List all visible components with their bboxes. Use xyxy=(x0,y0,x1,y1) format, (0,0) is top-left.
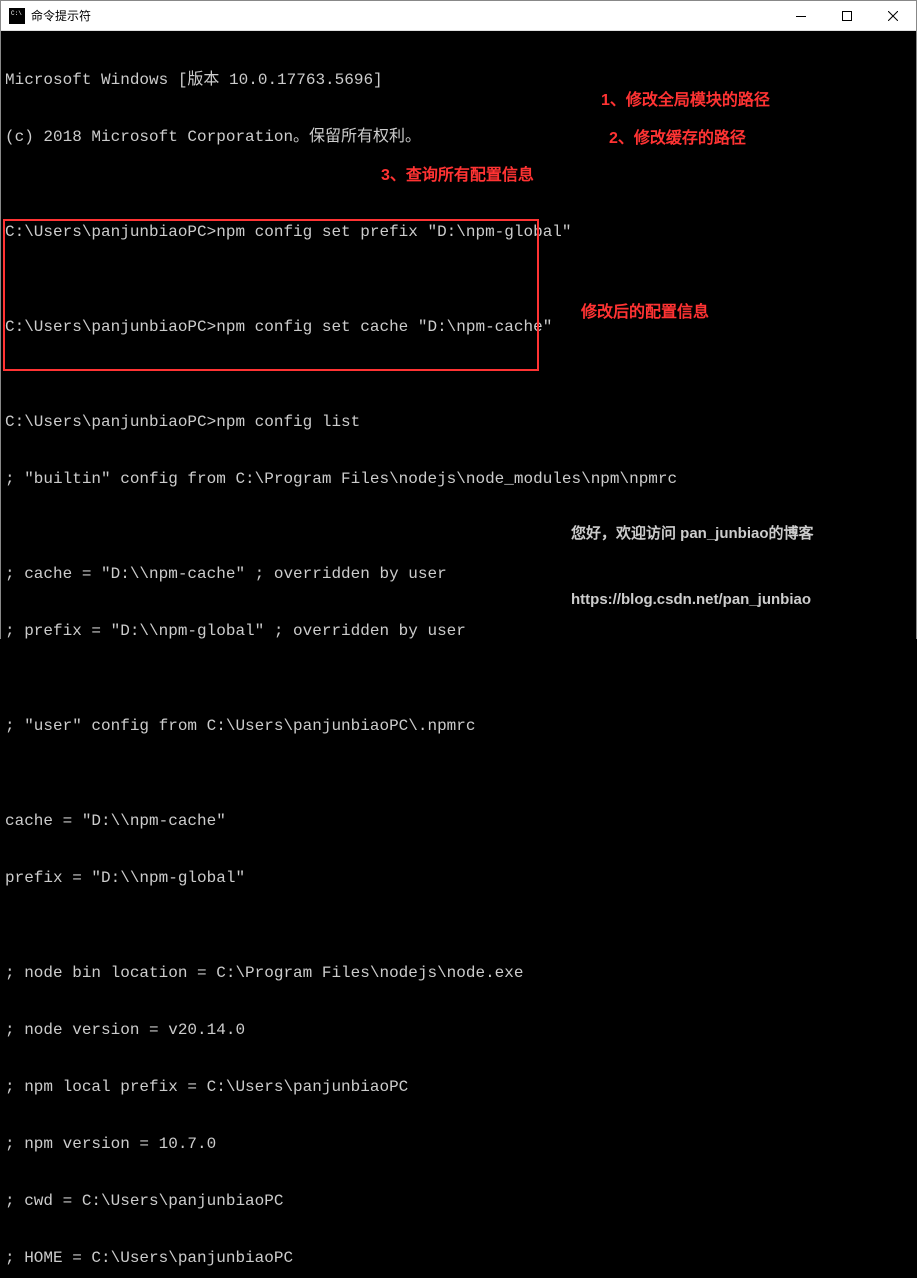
output-line: C:\Users\panjunbiaoPC>npm config set cac… xyxy=(5,318,912,337)
output-line: (c) 2018 Microsoft Corporation。保留所有权利。 xyxy=(5,128,912,147)
output-line: ; npm version = 10.7.0 xyxy=(5,1135,912,1154)
output-line: ; npm local prefix = C:\Users\panjunbiao… xyxy=(5,1078,912,1097)
cmd-icon xyxy=(9,8,25,24)
output-line: ; cwd = C:\Users\panjunbiaoPC xyxy=(5,1192,912,1211)
maximize-button[interactable] xyxy=(824,1,870,31)
window-controls xyxy=(778,1,916,30)
window-frame: 命令提示符 Microsoft Windows [版本 10.0.17763.5… xyxy=(0,0,917,639)
output-line: Microsoft Windows [版本 10.0.17763.5696] xyxy=(5,71,912,90)
blog-url: https://blog.csdn.net/pan_junbiao xyxy=(571,589,814,611)
output-line: ; "user" config from C:\Users\panjunbiao… xyxy=(5,717,912,736)
output-line: ; node version = v20.14.0 xyxy=(5,1021,912,1040)
minimize-icon xyxy=(796,16,806,17)
titlebar[interactable]: 命令提示符 xyxy=(1,1,916,31)
output-line: cache = "D:\\npm-cache" xyxy=(5,812,912,831)
maximize-icon xyxy=(842,11,852,21)
output-line: prefix = "D:\\npm-global" xyxy=(5,869,912,888)
close-button[interactable] xyxy=(870,1,916,31)
annotation-2: 2、修改缓存的路径 xyxy=(609,129,746,148)
blog-greeting: 您好，欢迎访问 pan_junbiao的博客 xyxy=(571,523,814,545)
annotation-4: 修改后的配置信息 xyxy=(581,303,709,322)
output-line: ; HOME = C:\Users\panjunbiaoPC xyxy=(5,1249,912,1268)
annotation-3: 3、查询所有配置信息 xyxy=(381,166,534,185)
window-title: 命令提示符 xyxy=(31,7,778,24)
minimize-button[interactable] xyxy=(778,1,824,31)
annotation-1: 1、修改全局模块的路径 xyxy=(601,91,770,110)
output-line: ; node bin location = C:\Program Files\n… xyxy=(5,964,912,983)
close-icon xyxy=(888,11,898,21)
terminal-area[interactable]: Microsoft Windows [版本 10.0.17763.5696] (… xyxy=(1,31,916,1278)
output-line: C:\Users\panjunbiaoPC>npm config list xyxy=(5,413,912,432)
output-line: C:\Users\panjunbiaoPC>npm config set pre… xyxy=(5,223,912,242)
blog-note: 您好，欢迎访问 pan_junbiao的博客 https://blog.csdn… xyxy=(571,479,814,655)
